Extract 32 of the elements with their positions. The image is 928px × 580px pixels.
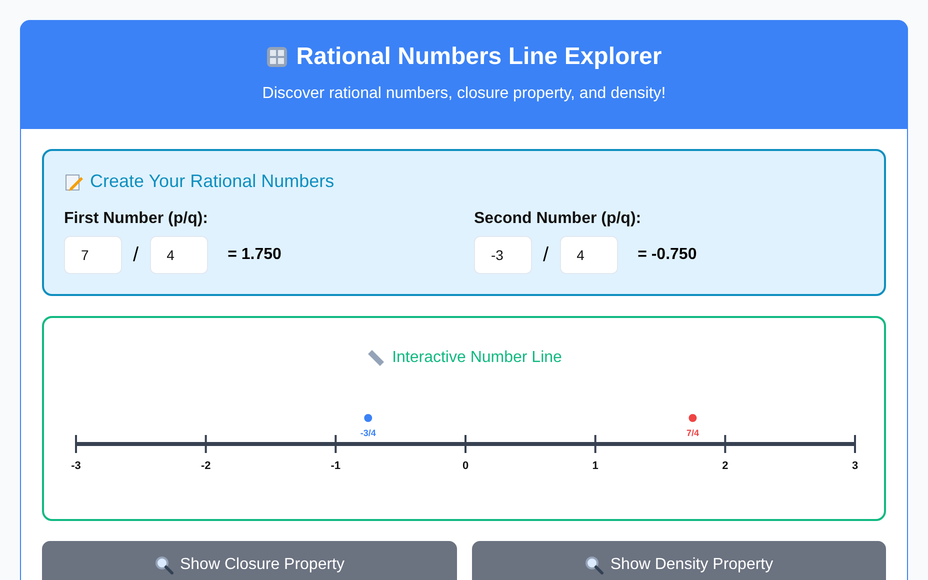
decimal-result: = -0.750 [638,246,697,264]
decimal-result: = 1.750 [228,246,282,264]
panel-title: Interactive Number Line [392,349,562,367]
magnifier-icon [154,554,174,574]
fraction-slash: / [133,244,139,266]
app-subtitle: Discover rational numbers, closure property, and density! [261,85,667,103]
point-marker[interactable] [362,412,374,424]
tick-label: -1 [330,460,341,470]
tick-label: 1 [592,460,598,470]
app-title: Rational Numbers Line Explorer [296,43,662,71]
ruler-icon [366,348,386,368]
magnifier-icon [584,554,604,574]
number-label: First Number (p/q): [64,210,209,228]
tick-label: -3 [71,460,81,470]
numerator-field[interactable]: 7 [64,236,122,274]
tick-label: 3 [852,460,858,470]
memo-pencil-icon [64,172,84,192]
denominator-field[interactable]: 4 [560,236,618,274]
numbers-icon [266,46,288,68]
panel-title: Create Your Rational Numbers [90,171,334,192]
point-label: -3/4 [360,428,376,438]
number-label: Second Number (p/q): [474,210,642,228]
numerator-field[interactable]: -3 [474,236,532,274]
point-label: 7/4 [686,428,699,438]
show-property-button[interactable]: Show Closure Property [42,541,456,580]
show-property-button[interactable]: Show Density Property [472,541,886,580]
point-marker[interactable] [686,412,699,424]
fraction-slash: / [543,244,549,266]
tick-label: -2 [200,460,211,470]
tick-label: 0 [462,460,469,470]
tick-label: 2 [722,460,728,470]
denominator-field[interactable]: 4 [150,236,208,274]
